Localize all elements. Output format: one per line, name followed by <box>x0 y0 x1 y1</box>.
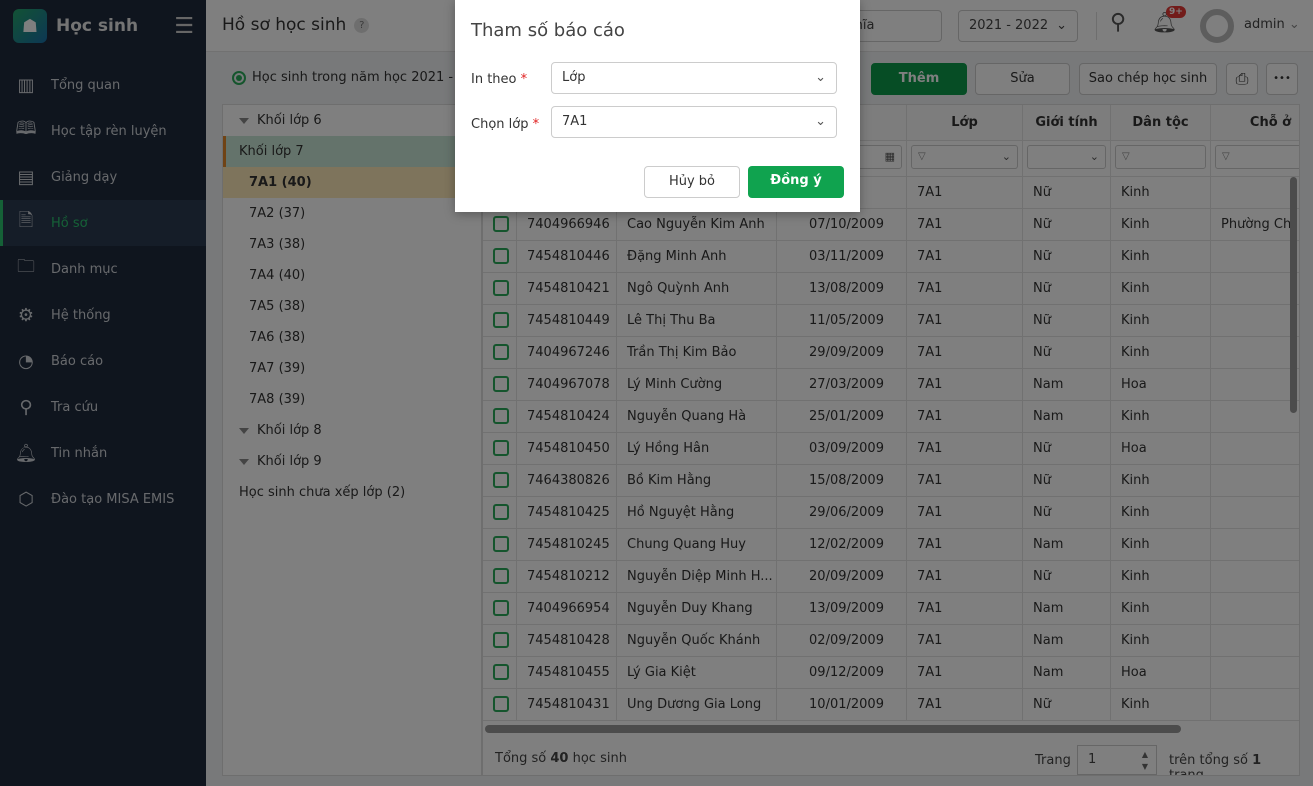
print-by-label: In theo * <box>471 72 528 87</box>
chevron-down-icon: ⌄ <box>815 114 826 129</box>
report-params-dialog: Tham số báo cáo In theo * Lớp ⌄ Chọn lớp … <box>455 0 860 212</box>
cancel-button[interactable]: Hủy bỏ <box>644 166 740 198</box>
ok-button[interactable]: Đồng ý <box>748 166 844 198</box>
print-by-select[interactable]: Lớp ⌄ <box>551 62 837 94</box>
class-label: Chọn lớp * <box>471 117 540 132</box>
class-select[interactable]: 7A1 ⌄ <box>551 106 837 138</box>
chevron-down-icon: ⌄ <box>815 70 826 85</box>
dialog-title: Tham số báo cáo <box>471 20 625 41</box>
